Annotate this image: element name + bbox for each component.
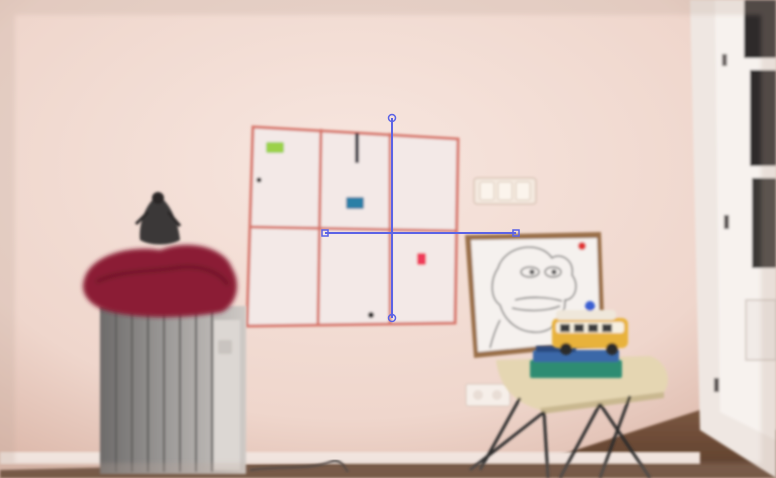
door-hinge: [722, 54, 727, 66]
radiator-knob: [218, 340, 232, 354]
radiator: [100, 306, 246, 474]
black-dot: [368, 312, 374, 318]
door-hinge: [714, 378, 719, 392]
power-outlet: [465, 383, 511, 407]
switch-button: [515, 181, 531, 201]
switch-button: [497, 181, 513, 201]
light-switch-plate: [473, 177, 537, 205]
blue-marker: [346, 197, 364, 209]
red-marker: [417, 253, 426, 265]
door-hinge: [724, 215, 729, 229]
green-marker: [266, 142, 284, 153]
red-sticker: [578, 242, 586, 250]
dark-marker: [355, 133, 359, 163]
scene-svg: [0, 0, 776, 478]
grid-board: [245, 125, 460, 328]
photo-scene: [0, 0, 776, 478]
switch-button: [479, 181, 495, 201]
black-dot: [256, 177, 262, 183]
